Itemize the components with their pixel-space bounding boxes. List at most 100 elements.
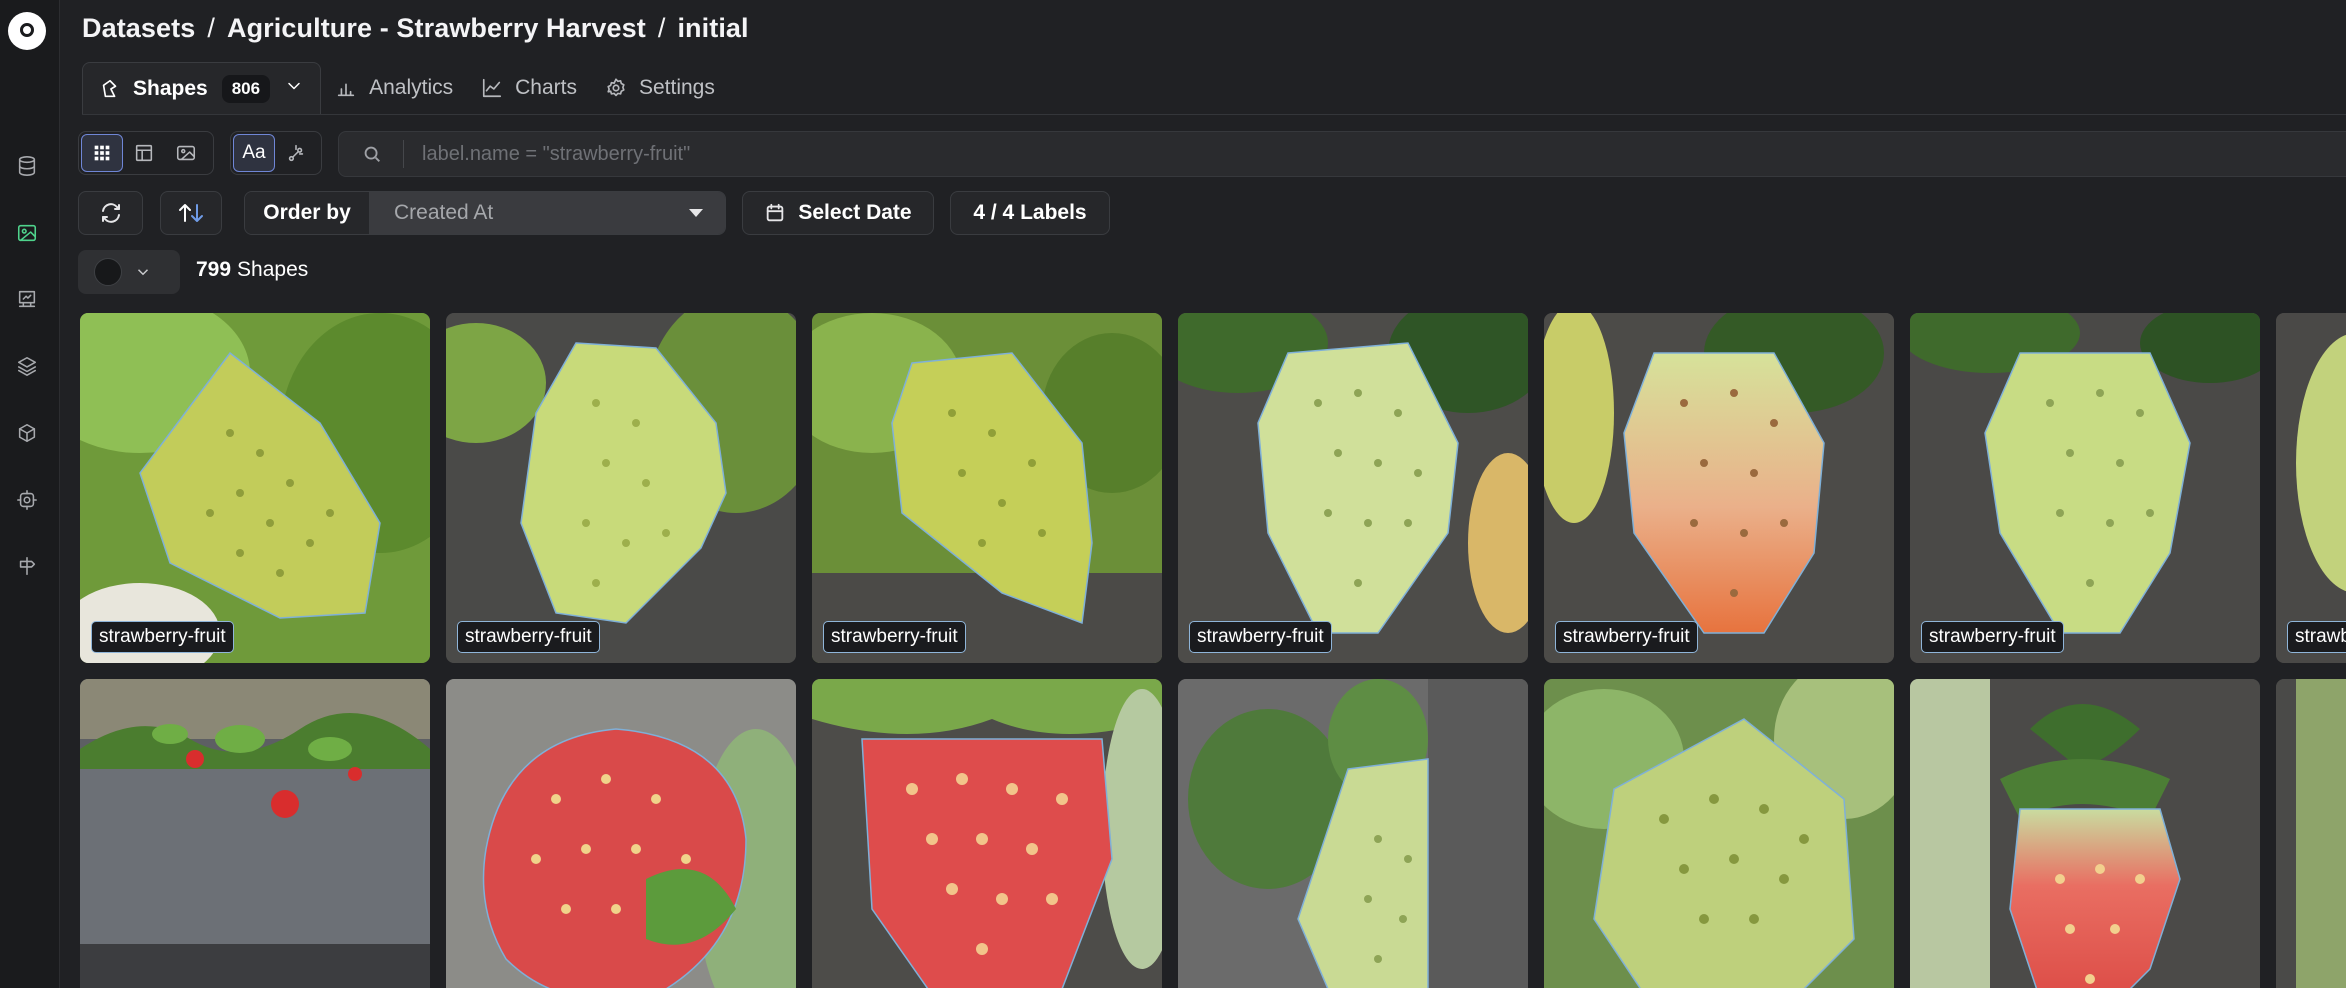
shape-card[interactable] — [1544, 679, 1894, 988]
shape-card[interactable] — [446, 679, 796, 988]
select-date-label: Select Date — [798, 201, 912, 224]
shape-mode-button[interactable] — [275, 134, 317, 172]
tab-analytics-label: Analytics — [369, 76, 454, 99]
tab-analytics[interactable]: Analytics — [321, 62, 467, 114]
grid-view-icon — [94, 145, 110, 161]
database-icon[interactable] — [13, 152, 41, 180]
shape-card[interactable] — [1910, 679, 2260, 988]
strawberry-thumbnail — [812, 679, 1162, 988]
labels-filter-button[interactable]: 4 / 4 Labels — [950, 191, 1110, 235]
strawberry-thumbnail — [1178, 679, 1528, 988]
strawberry-thumbnail — [812, 313, 1162, 663]
tab-shapes-label: Shapes — [133, 76, 208, 100]
select-date-button[interactable]: Select Date — [742, 191, 934, 235]
strawberry-thumbnail — [1910, 313, 2260, 663]
breadcrumb-separator: / — [657, 12, 666, 43]
color-swatch — [94, 258, 122, 286]
strawberry-thumbnail — [80, 313, 430, 663]
tab-divider — [82, 114, 2346, 115]
shape-card[interactable] — [80, 679, 430, 988]
shape-card[interactable]: strawberry-fruit — [446, 313, 796, 663]
refresh-icon — [101, 203, 120, 223]
card-label: strawberry-fruit — [823, 621, 966, 653]
view-toggle-group — [78, 131, 214, 175]
signpost-icon[interactable] — [13, 552, 41, 580]
card-label: strawberry-fruit — [1921, 621, 2064, 653]
shapes-icon — [102, 79, 117, 97]
caret-down-icon — [689, 209, 703, 217]
card-label: strawberry-fruit — [1189, 621, 1332, 653]
breadcrumb: Datasets / Agriculture - Strawberry Harv… — [82, 10, 749, 46]
card-label: strawberry-fruit — [1555, 621, 1698, 653]
shape-card[interactable]: strawberry-fruit — [812, 313, 1162, 663]
strawberry-thumbnail — [1910, 679, 2260, 988]
breadcrumb-dataset[interactable]: Agriculture - Strawberry Harvest — [227, 13, 646, 44]
image-view-button[interactable] — [165, 134, 207, 172]
strawberry-thumbnail — [1178, 313, 1528, 663]
shapes-count-badge: 806 — [221, 74, 271, 103]
breadcrumb-version: initial — [677, 12, 749, 43]
sort-direction-button[interactable] — [160, 191, 222, 235]
search-input[interactable] — [422, 142, 1922, 166]
bar-chart-icon — [337, 83, 355, 97]
tab-bar: Shapes 806 Analytics Charts Settings — [82, 62, 729, 114]
breadcrumb-datasets[interactable]: Datasets — [82, 13, 195, 44]
strawberry-thumbnail — [1544, 679, 1894, 988]
shape-card[interactable]: strawberry-fruit — [1544, 313, 1894, 663]
shape-card[interactable]: strawberry-fruit — [1910, 313, 2260, 663]
shape-card[interactable] — [2276, 679, 2346, 988]
strawberry-thumbnail — [2276, 679, 2346, 988]
breadcrumb-separator: / — [207, 12, 215, 43]
order-by-select[interactable]: Created At — [370, 192, 725, 234]
layers-icon[interactable] — [13, 352, 41, 380]
grid-view-button[interactable] — [81, 134, 123, 172]
shape-count: 799 Shapes — [196, 258, 308, 282]
tab-settings[interactable]: Settings — [591, 62, 729, 114]
sort-arrows-icon — [179, 204, 203, 222]
order-by-label: Order by — [245, 192, 370, 234]
chevron-down-icon — [137, 269, 149, 276]
search-divider — [403, 140, 404, 168]
image-icon[interactable] — [13, 219, 41, 247]
annotation-icon[interactable] — [13, 285, 41, 313]
tab-charts-label: Charts — [515, 76, 577, 99]
strawberry-thumbnail — [80, 679, 430, 988]
shape-card[interactable]: strawberry-fruit — [80, 313, 430, 663]
calendar-icon — [767, 203, 784, 222]
order-by-value: Created At — [394, 201, 494, 224]
tab-settings-label: Settings — [638, 76, 715, 99]
search-icon — [364, 146, 380, 162]
app-logo[interactable] — [8, 12, 46, 50]
shape-grid: strawberry-fruit strawberry-fruit strawb… — [80, 313, 2346, 988]
shape-card[interactable] — [812, 679, 1162, 988]
order-by-control: Order by Created At — [244, 191, 726, 235]
shape-card[interactable]: strawberry-fruit — [1178, 313, 1528, 663]
table-view-icon — [135, 144, 153, 162]
table-view-button[interactable] — [123, 134, 165, 172]
gear-icon — [607, 78, 625, 97]
settings-icon[interactable] — [13, 486, 41, 514]
color-filter-dropdown[interactable] — [78, 250, 180, 294]
display-mode-group: Aa — [230, 131, 322, 175]
card-label: strawb — [2287, 621, 2346, 653]
model-icon[interactable] — [13, 419, 41, 447]
shape-count-unit: Shapes — [237, 258, 309, 281]
node-icon — [288, 144, 304, 162]
card-label: strawberry-fruit — [457, 621, 600, 653]
text-mode-button[interactable]: Aa — [233, 134, 275, 172]
image-view-icon — [176, 145, 196, 161]
tab-shapes[interactable]: Shapes 806 — [82, 62, 322, 114]
shape-count-value: 799 — [196, 258, 232, 281]
card-label: strawberry-fruit — [91, 621, 234, 653]
strawberry-thumbnail — [446, 313, 796, 663]
shape-card[interactable]: strawb — [2276, 313, 2346, 663]
line-chart-icon — [483, 78, 502, 98]
strawberry-thumbnail — [1544, 313, 1894, 663]
refresh-button[interactable] — [78, 191, 143, 235]
tab-charts[interactable]: Charts — [467, 62, 591, 114]
query-search-bar — [338, 131, 2346, 177]
left-rail — [0, 0, 60, 988]
strawberry-thumbnail — [446, 679, 796, 988]
chevron-down-icon[interactable] — [284, 76, 304, 102]
shape-card[interactable] — [1178, 679, 1528, 988]
